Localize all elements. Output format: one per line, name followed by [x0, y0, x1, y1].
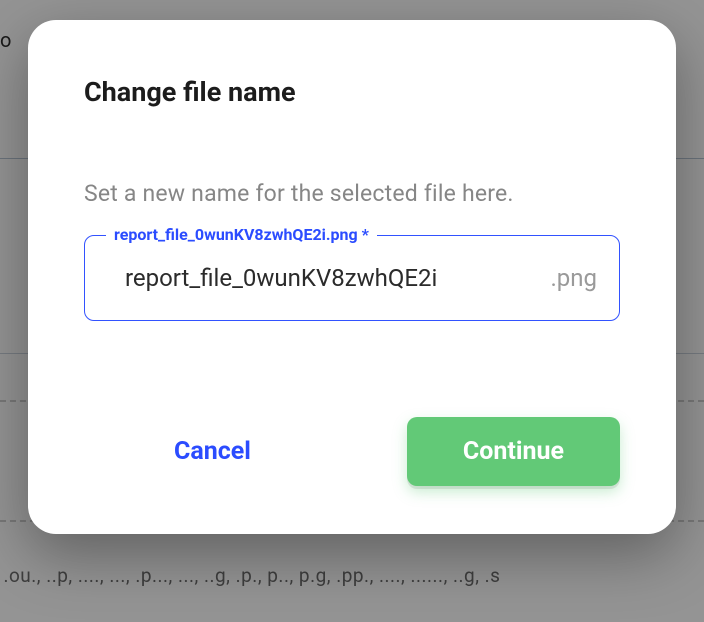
continue-button[interactable]: Continue — [407, 417, 620, 486]
modal-overlay[interactable]: Change file name Set a new name for the … — [0, 0, 704, 622]
modal-title: Change file name — [84, 76, 620, 108]
filename-label: report_file_0wunKV8zwhQE2i.png * — [106, 225, 377, 244]
cancel-button[interactable]: Cancel — [164, 425, 261, 478]
modal-actions: Cancel Continue — [84, 417, 620, 486]
filename-input[interactable] — [125, 264, 542, 292]
filename-field[interactable]: .png — [84, 235, 620, 321]
filename-extension: .png — [550, 264, 597, 292]
rename-file-modal: Change file name Set a new name for the … — [28, 20, 676, 534]
filename-field-wrap: report_file_0wunKV8zwhQE2i.png * .png — [84, 235, 620, 321]
modal-instruction: Set a new name for the selected file her… — [84, 180, 620, 207]
